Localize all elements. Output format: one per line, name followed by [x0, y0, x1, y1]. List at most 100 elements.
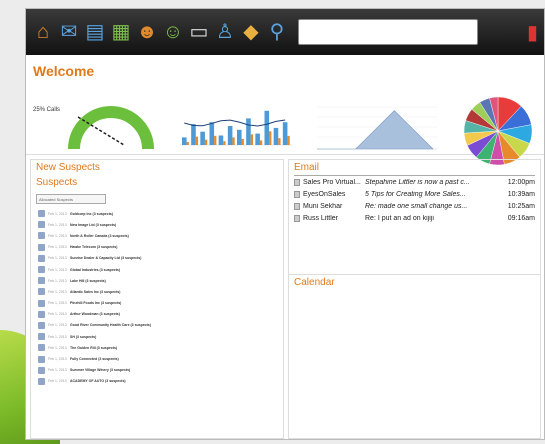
- suspect-name[interactable]: Arthur Woodman (3 suspects): [70, 312, 120, 316]
- content-panes: New Suspects Suspects Allocated Suspects…: [26, 159, 544, 439]
- bar-secondary: [241, 138, 244, 145]
- suspect-date: Feb 1, 2013: [48, 278, 67, 283]
- suspects-title: Suspects: [36, 177, 78, 188]
- bar-secondary: [214, 135, 217, 145]
- bar: [237, 129, 242, 145]
- users-icon[interactable]: ☻: [136, 19, 158, 45]
- bar: [200, 131, 205, 145]
- suspect-icon: [38, 344, 45, 352]
- suspect-name[interactable]: The Golden Rill (3 suspects): [70, 346, 117, 350]
- suspect-name[interactable]: Good River Community Health Care (3 susp…: [70, 323, 151, 327]
- bar: [227, 126, 233, 145]
- suspect-name[interactable]: Global Industries (3 suspects): [70, 268, 120, 272]
- suspect-icon: [38, 299, 45, 307]
- suspect-row[interactable]: Feb 1, 2013 New Image Ltd (3 suspects): [31, 219, 283, 230]
- bar-secondary: [287, 135, 290, 145]
- email-time: 12:00pm: [507, 178, 535, 186]
- suspect-name[interactable]: Summer Village Winery (3 suspects): [70, 368, 130, 372]
- tag-icon[interactable]: ◆: [240, 19, 262, 45]
- suspect-row[interactable]: Feb 1, 2013 Atlantic Sales Inc (3 suspect…: [31, 286, 283, 297]
- trend-line: [184, 119, 286, 127]
- email-row[interactable]: Russ Littler Re: I put an ad on kijiji 09:…: [294, 212, 535, 224]
- suspect-name[interactable]: ACADEMY OF AUTO (3 suspects): [70, 379, 126, 383]
- email-row[interactable]: EyesOnSales 5 Tips for Creating More Sale…: [294, 188, 535, 200]
- suspect-name[interactable]: Sunrise Dealer & Capacity Ltd (3 suspect…: [70, 256, 141, 260]
- suspect-date: Feb 1, 2013: [48, 256, 67, 261]
- suspect-icon: [38, 221, 45, 229]
- email-time: 10:39am: [507, 190, 535, 198]
- bar-secondary: [204, 139, 208, 145]
- suspect-name[interactable]: Hawke Telecom (3 suspects): [70, 245, 117, 249]
- mail-icon[interactable]: ✉: [58, 19, 80, 45]
- gauge-label: 25% Calls: [33, 107, 61, 113]
- suspect-name[interactable]: Pinehill Foods Inc (3 suspects): [70, 301, 121, 305]
- suspect-icon: [38, 333, 45, 341]
- gauge-arc: [68, 106, 154, 150]
- suspect-date: Feb 1, 2013: [48, 345, 67, 350]
- bar: [255, 133, 260, 145]
- suspect-row[interactable]: Feb 1, 2013 ACADEMY OF AUTO (3 suspects): [31, 376, 283, 387]
- email-time: 10:25am: [507, 202, 535, 210]
- suspect-row[interactable]: Feb 1, 2013 SH (3 suspects): [31, 331, 283, 342]
- suspect-icon: [38, 310, 45, 318]
- bar: [264, 110, 270, 145]
- suspect-date: Feb 1, 2013: [48, 301, 67, 306]
- suspect-row[interactable]: Feb 1, 2013 Pinehill Foods Inc (3 suspect…: [31, 298, 283, 309]
- suspect-row[interactable]: Feb 1, 2013 Good River Community Health C…: [31, 320, 283, 331]
- suspect-name[interactable]: Atlantic Sales Inc (3 suspects): [70, 290, 120, 294]
- suspect-row[interactable]: Feb 1, 2013 Goldcorp Inc (3 suspects): [31, 208, 283, 219]
- suspect-name[interactable]: North & Roller Canada (3 suspects): [70, 234, 129, 238]
- contacts-icon[interactable]: ☺: [162, 19, 184, 45]
- new-suspects-title[interactable]: New Suspects: [31, 160, 283, 175]
- suspect-row[interactable]: Feb 1, 2013 Fully Connected (3 suspects): [31, 353, 283, 364]
- calendar-icon[interactable]: ▦: [110, 19, 132, 45]
- welcome-section: Welcome 25% Calls: [26, 55, 544, 166]
- suspect-row[interactable]: Feb 1, 2013 Summer Village Winery (3 susp…: [31, 365, 283, 376]
- suspects-filter-select[interactable]: Allocated Suspects: [36, 194, 106, 204]
- suspect-name[interactable]: New Image Ltd (3 suspects): [70, 223, 116, 227]
- suspect-date: Feb 1, 2013: [48, 323, 67, 328]
- suspect-date: Feb 1, 2013: [48, 334, 67, 339]
- database-icon[interactable]: ▤: [84, 19, 106, 45]
- area-chart: [317, 106, 437, 150]
- email-subject: Re: made one small change us...: [365, 202, 468, 210]
- suspect-name[interactable]: Fully Connected (3 suspects): [70, 357, 119, 361]
- suspect-row[interactable]: Feb 1, 2013 The Golden Rill (3 suspects): [31, 342, 283, 353]
- email-sender: Sales Pro Virtual...: [303, 178, 361, 186]
- suspect-row[interactable]: Feb 1, 2013 Global Industries (3 suspects…: [31, 264, 283, 275]
- search-input[interactable]: [298, 19, 478, 45]
- suspect-name[interactable]: SH (3 suspects): [70, 335, 96, 339]
- home-icon[interactable]: ⌂: [32, 19, 54, 45]
- suspect-row[interactable]: Feb 1, 2013 Arthur Woodman (3 suspects): [31, 309, 283, 320]
- person-icon[interactable]: ♙: [214, 19, 236, 45]
- suspect-row[interactable]: Feb 1, 2013 North & Roller Canada (3 susp…: [31, 230, 283, 241]
- bar: [273, 127, 279, 145]
- bar: [209, 122, 215, 145]
- suspect-row[interactable]: Feb 1, 2013 Hawke Telecom (3 suspects): [31, 242, 283, 253]
- suspect-date: Feb 1, 2013: [48, 289, 67, 294]
- presentation-icon[interactable]: ▭: [188, 19, 210, 45]
- bar-secondary: [278, 138, 281, 145]
- email-sender: Russ Littler: [303, 214, 339, 222]
- envelope-icon: [294, 202, 300, 210]
- binoculars-icon[interactable]: ⚲: [266, 19, 288, 45]
- exit-icon[interactable]: ▮: [527, 20, 538, 45]
- suspect-date: Feb 1, 2013: [48, 211, 67, 216]
- suspect-icon: [38, 288, 45, 296]
- app-window: ⌂ ✉ ▤ ▦ ☻ ☺ ▭ ♙ ◆ ⚲ ▮ Welcome 25% Calls …: [25, 8, 545, 440]
- email-row[interactable]: Muni Sekhar Re: made one small change us.…: [294, 200, 535, 212]
- suspect-icon: [38, 366, 45, 374]
- suspect-name[interactable]: Lake Hill (3 suspects): [70, 279, 106, 283]
- suspect-icon: [38, 232, 45, 240]
- email-row[interactable]: Sales Pro Virtual... Stepahine Littler is…: [294, 176, 535, 188]
- bar: [282, 122, 288, 145]
- suspect-row[interactable]: Feb 1, 2013 Lake Hill (3 suspects): [31, 275, 283, 286]
- envelope-icon: [294, 214, 300, 222]
- calendar-section: Calendar: [289, 274, 540, 290]
- bar-secondary: [269, 131, 272, 145]
- calendar-title: Calendar: [294, 277, 335, 288]
- suspect-name[interactable]: Goldcorp Inc (3 suspects): [70, 212, 113, 216]
- email-sender: Muni Sekhar: [303, 202, 343, 210]
- suspect-row[interactable]: Feb 1, 2013 Sunrise Dealer & Capacity Ltd…: [31, 253, 283, 264]
- email-subject: Stepahine Littler is now a past c...: [365, 178, 470, 186]
